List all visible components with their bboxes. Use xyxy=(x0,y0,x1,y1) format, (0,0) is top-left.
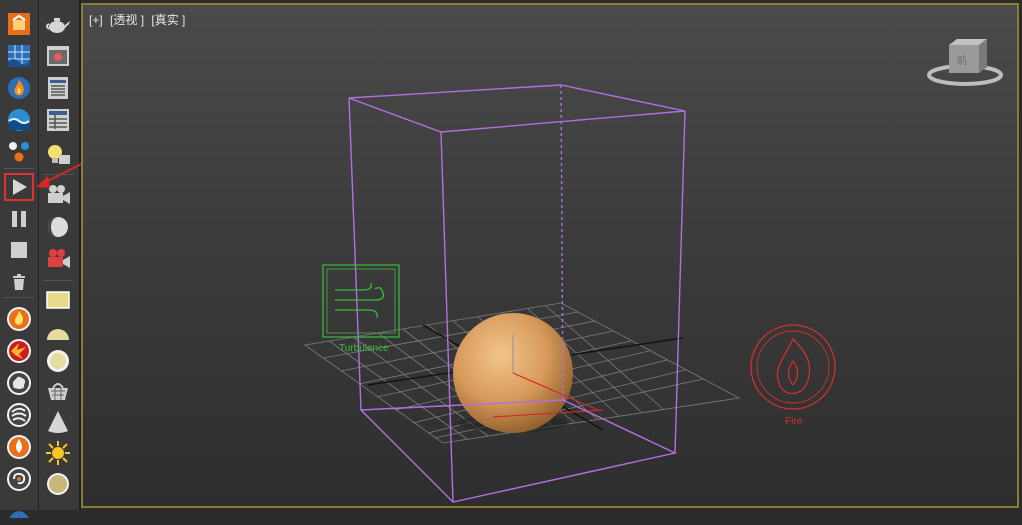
skylight-icon[interactable] xyxy=(43,470,73,498)
trash-icon[interactable] xyxy=(4,268,34,296)
more-tools-icon[interactable] xyxy=(4,497,34,525)
cone-icon[interactable] xyxy=(43,408,73,436)
render-frame-icon[interactable] xyxy=(43,42,73,70)
stop-icon[interactable] xyxy=(4,236,34,264)
play-icon[interactable] xyxy=(4,173,34,201)
film-camera-icon[interactable] xyxy=(43,245,73,273)
right-toolbar xyxy=(39,0,81,510)
particles-icon[interactable] xyxy=(4,138,34,166)
axis-z-label: z xyxy=(510,324,515,334)
vortex-icon[interactable] xyxy=(4,401,34,429)
basket-icon[interactable] xyxy=(43,378,73,406)
pause-icon[interactable] xyxy=(4,205,34,233)
fire-helper[interactable]: Fire xyxy=(750,324,836,427)
plane-icon[interactable] xyxy=(43,286,73,314)
fire-source-icon[interactable] xyxy=(4,305,34,333)
turbulence-label: Turbulence xyxy=(339,343,389,354)
teapot-icon[interactable] xyxy=(43,10,73,38)
fire-label: Fire xyxy=(785,416,803,427)
explosion-icon[interactable] xyxy=(4,337,34,365)
perspective-viewport[interactable]: [+] [透视 ] [真实 ] z Turbulence Fire 前 xyxy=(81,3,1019,508)
table-panel-icon[interactable] xyxy=(43,106,73,134)
fire-preset-icon[interactable] xyxy=(4,74,34,102)
dome-icon[interactable] xyxy=(43,317,73,345)
list-panel-icon[interactable] xyxy=(43,74,73,102)
sphere-icon[interactable] xyxy=(43,347,73,375)
lightbulb-icon[interactable] xyxy=(43,140,73,168)
flame-drop-icon[interactable] xyxy=(4,433,34,461)
smoke-icon[interactable] xyxy=(4,369,34,397)
scene-canvas: z Turbulence Fire 前 xyxy=(303,39,1003,503)
left-toolbar xyxy=(0,0,39,518)
camera-icon[interactable] xyxy=(43,181,73,209)
viewcube-face-label: 前 xyxy=(957,54,967,67)
fluid-source-icon[interactable] xyxy=(4,10,34,38)
moon-icon[interactable] xyxy=(43,213,73,241)
swirl-icon[interactable] xyxy=(4,465,34,493)
water-preset-icon[interactable] xyxy=(4,106,34,134)
grid-wave-icon[interactable] xyxy=(4,42,34,70)
sun-icon[interactable] xyxy=(43,439,73,467)
viewcube[interactable]: 前 xyxy=(927,39,1003,86)
